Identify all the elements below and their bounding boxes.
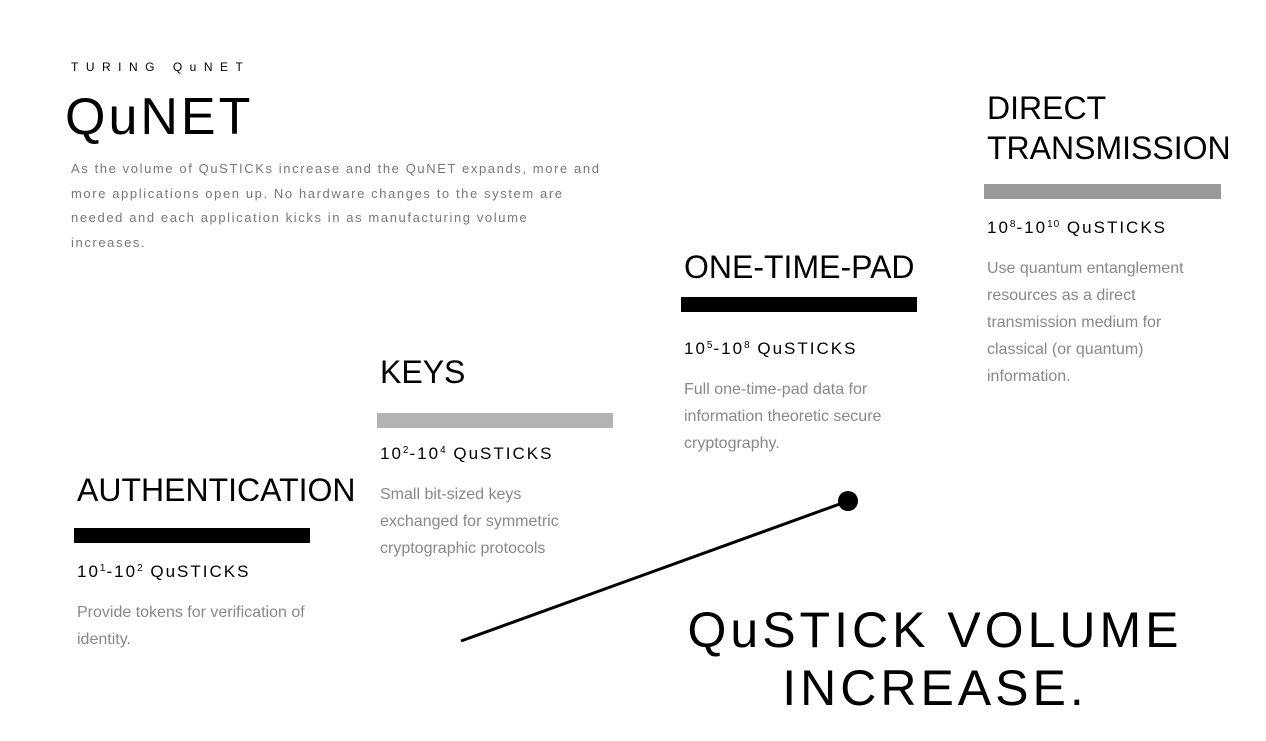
volume-caption: QuSTICK VOLUME INCREASE. <box>660 601 1210 717</box>
caption-line-1: QuSTICK VOLUME <box>687 602 1183 658</box>
caption-line-2: INCREASE. <box>782 660 1088 716</box>
growth-endpoint-dot <box>838 491 858 511</box>
